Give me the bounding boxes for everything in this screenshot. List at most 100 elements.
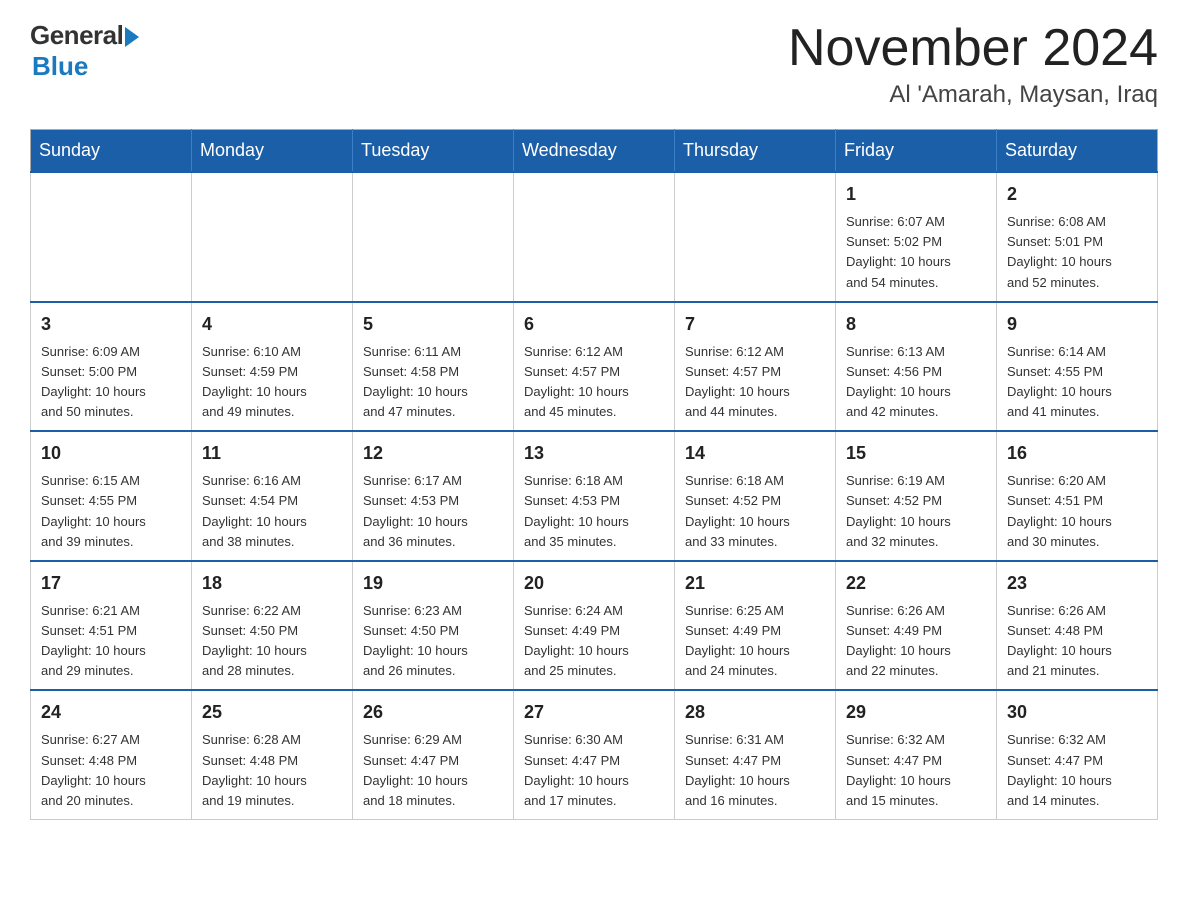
- month-title: November 2024: [788, 20, 1158, 77]
- day-info: Sunrise: 6:30 AM Sunset: 4:47 PM Dayligh…: [524, 730, 664, 811]
- table-row: 8 Sunrise: 6:13 AM Sunset: 4:56 PM Daylig…: [836, 302, 997, 432]
- table-row: 20 Sunrise: 6:24 AM Sunset: 4:49 PM Dayli…: [514, 561, 675, 691]
- day-number: 3: [41, 311, 181, 338]
- day-info: Sunrise: 6:12 AM Sunset: 4:57 PM Dayligh…: [524, 342, 664, 423]
- week-row-4: 17 Sunrise: 6:21 AM Sunset: 4:51 PM Dayli…: [31, 561, 1158, 691]
- day-number: 20: [524, 570, 664, 597]
- header-wednesday: Wednesday: [514, 130, 675, 173]
- logo-arrow-icon: [125, 27, 139, 47]
- day-info: Sunrise: 6:31 AM Sunset: 4:47 PM Dayligh…: [685, 730, 825, 811]
- day-info: Sunrise: 6:21 AM Sunset: 4:51 PM Dayligh…: [41, 601, 181, 682]
- table-row: 5 Sunrise: 6:11 AM Sunset: 4:58 PM Daylig…: [353, 302, 514, 432]
- table-row: 22 Sunrise: 6:26 AM Sunset: 4:49 PM Dayli…: [836, 561, 997, 691]
- page-header: General Blue November 2024 Al 'Amarah, M…: [30, 20, 1158, 109]
- header-monday: Monday: [192, 130, 353, 173]
- day-info: Sunrise: 6:18 AM Sunset: 4:52 PM Dayligh…: [685, 471, 825, 552]
- logo-general-text: General: [30, 20, 123, 51]
- day-info: Sunrise: 6:32 AM Sunset: 4:47 PM Dayligh…: [846, 730, 986, 811]
- table-row: 13 Sunrise: 6:18 AM Sunset: 4:53 PM Dayli…: [514, 431, 675, 561]
- day-info: Sunrise: 6:09 AM Sunset: 5:00 PM Dayligh…: [41, 342, 181, 423]
- day-info: Sunrise: 6:18 AM Sunset: 4:53 PM Dayligh…: [524, 471, 664, 552]
- table-row: [514, 172, 675, 302]
- day-number: 27: [524, 699, 664, 726]
- day-info: Sunrise: 6:20 AM Sunset: 4:51 PM Dayligh…: [1007, 471, 1147, 552]
- day-number: 16: [1007, 440, 1147, 467]
- header-saturday: Saturday: [997, 130, 1158, 173]
- week-row-3: 10Sunrise: 6:15 AM Sunset: 4:55 PM Dayli…: [31, 431, 1158, 561]
- day-info: Sunrise: 6:25 AM Sunset: 4:49 PM Dayligh…: [685, 601, 825, 682]
- day-info: Sunrise: 6:29 AM Sunset: 4:47 PM Dayligh…: [363, 730, 503, 811]
- day-info: Sunrise: 6:16 AM Sunset: 4:54 PM Dayligh…: [202, 471, 342, 552]
- table-row: [353, 172, 514, 302]
- table-row: 2Sunrise: 6:08 AM Sunset: 5:01 PM Daylig…: [997, 172, 1158, 302]
- day-info: Sunrise: 6:12 AM Sunset: 4:57 PM Dayligh…: [685, 342, 825, 423]
- title-section: November 2024 Al 'Amarah, Maysan, Iraq: [788, 20, 1158, 109]
- day-number: 29: [846, 699, 986, 726]
- logo-blue-text: Blue: [32, 51, 88, 82]
- day-number: 21: [685, 570, 825, 597]
- table-row: [192, 172, 353, 302]
- day-number: 12: [363, 440, 503, 467]
- table-row: 24 Sunrise: 6:27 AM Sunset: 4:48 PM Dayli…: [31, 690, 192, 819]
- header-thursday: Thursday: [675, 130, 836, 173]
- day-number: 30: [1007, 699, 1147, 726]
- day-info: Sunrise: 6:15 AM Sunset: 4:55 PM Dayligh…: [41, 471, 181, 552]
- day-info: Sunrise: 6:11 AM Sunset: 4:58 PM Dayligh…: [363, 342, 503, 423]
- day-number: 15: [846, 440, 986, 467]
- day-number: 17: [41, 570, 181, 597]
- day-number: 6: [524, 311, 664, 338]
- day-number: 23: [1007, 570, 1147, 597]
- table-row: 3 Sunrise: 6:09 AM Sunset: 5:00 PM Daylig…: [31, 302, 192, 432]
- header-sunday: Sunday: [31, 130, 192, 173]
- table-row: 7 Sunrise: 6:12 AM Sunset: 4:57 PM Daylig…: [675, 302, 836, 432]
- day-number: 26: [363, 699, 503, 726]
- day-number: 5: [363, 311, 503, 338]
- day-number: 2: [1007, 181, 1147, 208]
- table-row: 30 Sunrise: 6:32 AM Sunset: 4:47 PM Dayli…: [997, 690, 1158, 819]
- day-info: Sunrise: 6:26 AM Sunset: 4:49 PM Dayligh…: [846, 601, 986, 682]
- day-info: Sunrise: 6:13 AM Sunset: 4:56 PM Dayligh…: [846, 342, 986, 423]
- table-row: 28Sunrise: 6:31 AM Sunset: 4:47 PM Dayli…: [675, 690, 836, 819]
- table-row: 4 Sunrise: 6:10 AM Sunset: 4:59 PM Daylig…: [192, 302, 353, 432]
- table-row: [31, 172, 192, 302]
- table-row: 18Sunrise: 6:22 AM Sunset: 4:50 PM Dayli…: [192, 561, 353, 691]
- table-row: 27 Sunrise: 6:30 AM Sunset: 4:47 PM Dayli…: [514, 690, 675, 819]
- day-number: 13: [524, 440, 664, 467]
- day-info: Sunrise: 6:10 AM Sunset: 4:59 PM Dayligh…: [202, 342, 342, 423]
- day-number: 7: [685, 311, 825, 338]
- table-row: 14 Sunrise: 6:18 AM Sunset: 4:52 PM Dayli…: [675, 431, 836, 561]
- location-title: Al 'Amarah, Maysan, Iraq: [788, 81, 1158, 109]
- table-row: 12Sunrise: 6:17 AM Sunset: 4:53 PM Dayli…: [353, 431, 514, 561]
- day-number: 19: [363, 570, 503, 597]
- day-number: 14: [685, 440, 825, 467]
- day-info: Sunrise: 6:32 AM Sunset: 4:47 PM Dayligh…: [1007, 730, 1147, 811]
- day-info: Sunrise: 6:14 AM Sunset: 4:55 PM Dayligh…: [1007, 342, 1147, 423]
- day-info: Sunrise: 6:07 AM Sunset: 5:02 PM Dayligh…: [846, 212, 986, 293]
- table-row: 21 Sunrise: 6:25 AM Sunset: 4:49 PM Dayli…: [675, 561, 836, 691]
- table-row: [675, 172, 836, 302]
- table-row: 9Sunrise: 6:14 AM Sunset: 4:55 PM Daylig…: [997, 302, 1158, 432]
- day-number: 8: [846, 311, 986, 338]
- table-row: 17 Sunrise: 6:21 AM Sunset: 4:51 PM Dayli…: [31, 561, 192, 691]
- week-row-5: 24 Sunrise: 6:27 AM Sunset: 4:48 PM Dayli…: [31, 690, 1158, 819]
- header-friday: Friday: [836, 130, 997, 173]
- day-info: Sunrise: 6:23 AM Sunset: 4:50 PM Dayligh…: [363, 601, 503, 682]
- table-row: 19 Sunrise: 6:23 AM Sunset: 4:50 PM Dayli…: [353, 561, 514, 691]
- day-number: 1: [846, 181, 986, 208]
- day-number: 24: [41, 699, 181, 726]
- day-number: 18: [202, 570, 342, 597]
- day-number: 25: [202, 699, 342, 726]
- table-row: 1 Sunrise: 6:07 AM Sunset: 5:02 PM Daylig…: [836, 172, 997, 302]
- day-info: Sunrise: 6:19 AM Sunset: 4:52 PM Dayligh…: [846, 471, 986, 552]
- day-number: 11: [202, 440, 342, 467]
- day-number: 4: [202, 311, 342, 338]
- week-row-1: 1 Sunrise: 6:07 AM Sunset: 5:02 PM Daylig…: [31, 172, 1158, 302]
- day-number: 22: [846, 570, 986, 597]
- day-info: Sunrise: 6:28 AM Sunset: 4:48 PM Dayligh…: [202, 730, 342, 811]
- calendar-table: Sunday Monday Tuesday Wednesday Thursday…: [30, 129, 1158, 820]
- day-info: Sunrise: 6:24 AM Sunset: 4:49 PM Dayligh…: [524, 601, 664, 682]
- day-info: Sunrise: 6:27 AM Sunset: 4:48 PM Dayligh…: [41, 730, 181, 811]
- table-row: 25 Sunrise: 6:28 AM Sunset: 4:48 PM Dayli…: [192, 690, 353, 819]
- table-row: 15 Sunrise: 6:19 AM Sunset: 4:52 PM Dayli…: [836, 431, 997, 561]
- table-row: 26 Sunrise: 6:29 AM Sunset: 4:47 PM Dayli…: [353, 690, 514, 819]
